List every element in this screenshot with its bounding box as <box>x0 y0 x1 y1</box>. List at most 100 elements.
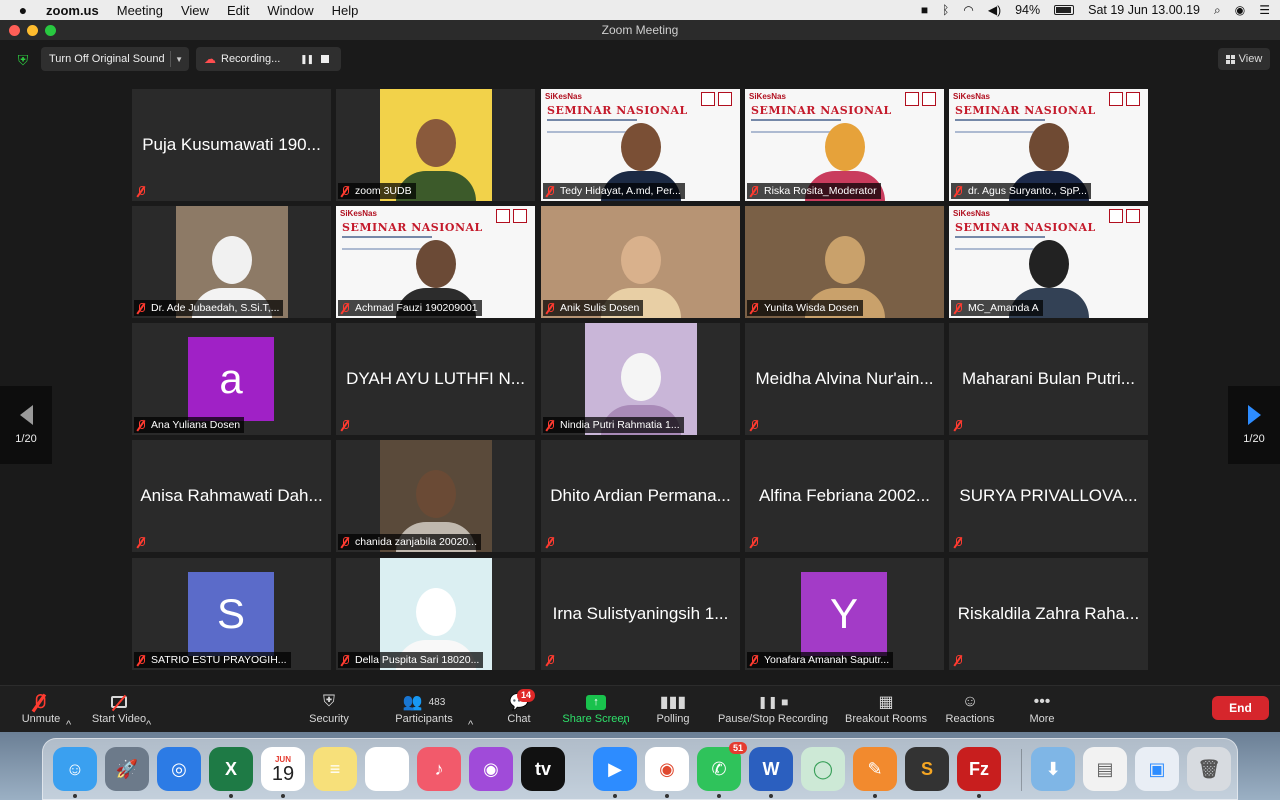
unmute-button[interactable]: Unmute <box>18 688 64 730</box>
participant-tile[interactable]: Alfina Febriana 2002... <box>745 440 944 552</box>
reactions-button[interactable]: ☺ Reactions <box>942 688 998 730</box>
participant-tile[interactable]: chanida zanjabila 20020... <box>336 440 535 552</box>
word-icon[interactable]: W <box>749 747 793 791</box>
apple-tv-icon[interactable]: tv <box>521 747 565 791</box>
participant-tile[interactable]: Dhito Ardian Permana... <box>541 440 740 552</box>
downloads-folder-icon[interactable]: ⬇ <box>1031 747 1075 791</box>
participant-name-label: Ana Yuliana Dosen <box>134 417 245 433</box>
camera-status-icon[interactable]: ■ <box>921 3 928 17</box>
document-stack-icon[interactable]: ▤ <box>1083 747 1127 791</box>
participant-tile[interactable]: DYAH AYU LUTHFI N... <box>336 323 535 435</box>
breakout-rooms-button[interactable]: ▦ Breakout Rooms <box>842 688 930 730</box>
participant-tile[interactable]: Puja Kusumawati 190... <box>132 89 331 201</box>
reminders-icon[interactable]: ☰ <box>365 747 409 791</box>
bluetooth-icon[interactable]: ᛒ <box>942 3 949 17</box>
menu-app-name[interactable]: zoom.us <box>46 3 99 18</box>
notes-icon[interactable]: ≡ <box>313 747 357 791</box>
music-icon[interactable]: ♪ <box>417 747 461 791</box>
volume-icon[interactable]: ◀) <box>988 3 1001 17</box>
mic-muted-icon <box>749 537 759 547</box>
next-page-button[interactable]: 1/20 <box>1228 386 1280 464</box>
calendar-day: 19 <box>271 762 295 785</box>
launchpad-icon[interactable]: 🚀 <box>105 747 149 791</box>
participant-tile[interactable]: SiKesNas SEMINAR NASIONAL dr. Agus Suryant… <box>949 89 1148 201</box>
participant-tile[interactable]: SiKesNas SEMINAR NASIONAL MC_Amanda A <box>949 206 1148 318</box>
participant-tile[interactable]: Anisa Rahmawati Dah... <box>132 440 331 552</box>
more-button[interactable]: ••• More <box>1024 688 1060 730</box>
menu-meeting[interactable]: Meeting <box>117 3 163 18</box>
participant-tile[interactable]: Dr. Ade Jubaedah, S.Si.T,... <box>132 206 331 318</box>
participant-tile[interactable]: Maharani Bulan Putri... <box>949 323 1148 435</box>
participant-name: Achmad Fauzi 190209001 <box>355 302 478 314</box>
calendar-icon[interactable]: JUN 19 <box>261 747 305 791</box>
participants-button[interactable]: 👥 483 Participants <box>390 688 458 730</box>
participant-tile[interactable]: zoom 3UDB <box>336 89 535 201</box>
podcasts-icon[interactable]: ◉ <box>469 747 513 791</box>
menu-view[interactable]: View <box>181 3 209 18</box>
chevron-down-icon[interactable]: ▼ <box>175 55 183 64</box>
security-button[interactable]: ⛨ Security <box>304 688 354 730</box>
participant-tile[interactable]: Irna Sulistyaningsih 1... <box>541 558 740 670</box>
participant-tile[interactable]: Meidha Alvina Nur'ain... <box>745 323 944 435</box>
maximize-window-button[interactable] <box>45 25 56 36</box>
battery-icon[interactable] <box>1054 5 1075 15</box>
safari-icon[interactable]: ◎ <box>157 747 201 791</box>
excel-icon[interactable]: X <box>209 747 253 791</box>
start-video-button[interactable]: Start Video <box>88 688 150 730</box>
finder-icon[interactable]: ☺ <box>53 747 97 791</box>
participant-tile[interactable]: Yunita Wisda Dosen <box>745 206 944 318</box>
chat-button[interactable]: 💬 14 Chat <box>500 688 538 730</box>
participant-tile[interactable]: Riskaldila Zahra Raha... <box>949 558 1148 670</box>
encryption-shield-icon[interactable]: ⛨ <box>14 51 32 69</box>
pause-recording-icon[interactable]: ❚❚ <box>300 54 314 65</box>
stop-recording-icon[interactable] <box>321 55 329 63</box>
menu-window[interactable]: Window <box>267 3 313 18</box>
previous-page-button[interactable]: 1/20 <box>0 386 52 464</box>
participant-tile[interactable]: Della Puspita Sari 18020... <box>336 558 535 670</box>
zoom-icon[interactable]: ▶ <box>593 747 637 791</box>
trash-icon[interactable]: 🗑 <box>1187 747 1231 791</box>
anaconda-icon[interactable]: ◯ <box>801 747 845 791</box>
whatsapp-icon[interactable]: ✆ 51 <box>697 742 747 791</box>
participant-display-name: Dhito Ardian Permana... <box>550 486 731 505</box>
filezilla-icon[interactable]: Fz <box>957 747 1001 791</box>
participant-tile[interactable]: Nindia Putri Rahmatia 1... <box>541 323 740 435</box>
participant-tile[interactable]: SiKesNas SEMINAR NASIONAL Riska Rosita_Mod… <box>745 89 944 201</box>
participant-tile[interactable]: Y Yonafara Amanah Saputr... <box>745 558 944 670</box>
participant-name-label: zoom 3UDB <box>338 183 416 199</box>
video-options-caret[interactable]: ^ <box>146 694 151 736</box>
apple-menu-icon[interactable]: ● <box>0 2 46 18</box>
original-sound-button[interactable]: Turn Off Original Sound ▼ <box>41 47 189 71</box>
share-options-caret[interactable]: ^ <box>622 694 627 736</box>
participant-tile[interactable]: a Ana Yuliana Dosen <box>132 323 331 435</box>
participant-tile[interactable]: SiKesNas SEMINAR NASIONAL Tedy Hidayat, A.… <box>541 89 740 201</box>
menu-edit[interactable]: Edit <box>227 3 249 18</box>
polling-button[interactable]: ▮▮▮ Polling <box>652 688 694 730</box>
start-video-label: Start Video <box>91 713 147 725</box>
sublime-icon[interactable]: S <box>905 747 949 791</box>
close-window-button[interactable] <box>9 25 20 36</box>
audio-options-caret[interactable]: ^ <box>66 694 71 736</box>
paw-icon[interactable]: ✎ <box>853 747 897 791</box>
menubar-clock[interactable]: Sat 19 Jun 13.00.19 <box>1088 3 1200 17</box>
mic-muted-icon <box>953 655 963 665</box>
zoom-window-icon[interactable]: ▣ <box>1135 747 1179 791</box>
wifi-icon[interactable]: ◠ <box>963 3 973 17</box>
menu-help[interactable]: Help <box>332 3 359 18</box>
participant-tile[interactable]: SURYA PRIVALLOVA... <box>949 440 1148 552</box>
control-center-icon[interactable]: ☰ <box>1259 3 1270 17</box>
participants-options-caret[interactable]: ^ <box>468 694 473 736</box>
original-sound-label: Turn Off Original Sound <box>49 53 165 65</box>
spotlight-icon[interactable]: ⌕ <box>1214 3 1221 18</box>
chrome-icon[interactable]: ◉ <box>645 747 689 791</box>
end-meeting-button[interactable]: End <box>1212 696 1269 720</box>
mic-muted-icon <box>340 303 350 313</box>
mic-muted-icon <box>340 186 350 196</box>
minimize-window-button[interactable] <box>27 25 38 36</box>
pause-stop-recording-button[interactable]: ❚❚ ■ Pause/Stop Recording <box>714 688 832 730</box>
participant-tile[interactable]: SiKesNas SEMINAR NASIONAL Achmad Fauzi 190… <box>336 206 535 318</box>
view-button[interactable]: View <box>1218 48 1270 70</box>
siri-icon[interactable]: ◉ <box>1235 3 1245 17</box>
participant-tile[interactable]: Anik Sulis Dosen <box>541 206 740 318</box>
participant-tile[interactable]: S SATRIO ESTU PRAYOGIH... <box>132 558 331 670</box>
